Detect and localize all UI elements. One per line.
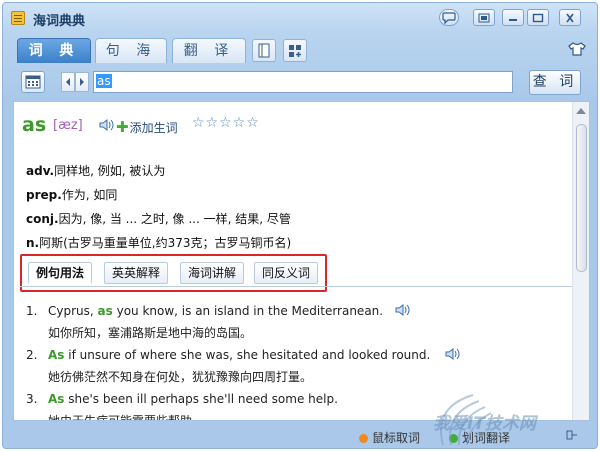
definition-text: 同样地, 例如, 被认为 [54,164,166,178]
pos-label: adv. [26,164,55,178]
example-keyword: as [97,304,113,318]
example-number: 3. [26,392,38,406]
app-logo-icon [11,11,25,25]
calendar-icon[interactable] [21,71,45,93]
example-text: if unsure of where she was, she hesitate… [64,348,431,362]
tab-sentences[interactable]: 句 海 [95,38,167,63]
headword: as [22,114,47,136]
definition-text: 因为, 像, 当 ... 之时, 像 ... 一样, 结果, 尽管 [58,212,291,226]
definition-line: conj.因为, 像, 当 ... 之时, 像 ... 一样, 结果, 尽管 [26,210,291,227]
example-sentence: 3. As she's been ill perhaps she'll need … [26,392,338,406]
skin-shirt-icon[interactable] [568,41,586,57]
app-window: 海词典典 词 典 句 海 翻 译 as 查 词 as [æz] ✚添加生词 ☆☆… [2,2,598,449]
back-arrow-icon[interactable] [61,72,75,92]
example-number: 2. [26,348,38,362]
forward-arrow-icon[interactable] [75,72,89,92]
status-dot-icon [359,434,368,443]
search-input[interactable]: as [93,71,513,93]
vertical-scrollbar[interactable] [572,102,589,420]
speaker-icon[interactable] [444,347,460,361]
minimize-icon[interactable] [502,9,524,26]
pos-label: prep. [26,188,62,202]
definition-line: adv.同样地, 例如, 被认为 [26,162,165,179]
example-text: Cyprus, [48,304,98,318]
rating-stars: ☆☆☆☆☆ [192,115,260,131]
plus-icon: ✚ [116,118,129,136]
speaker-icon[interactable] [394,303,410,317]
example-text: she's been ill perhaps she'll need some … [64,392,338,406]
search-button[interactable]: 查 词 [529,70,581,95]
example-sentence: 1. Cyprus, as you know, is an island in t… [26,304,383,318]
add-word-label: 添加生词 [129,121,178,135]
example-translation: 她由于生病可能需要些帮助。 [48,414,205,421]
result-panel: as [æz] ✚添加生词 ☆☆☆☆☆ adv.同样地, 例如, 被认为 pre… [13,101,590,421]
tools-grid-icon[interactable] [283,39,307,62]
speech-bubble-icon[interactable] [439,9,459,26]
divider [20,286,572,287]
tab-translate[interactable]: 翻 译 [172,38,246,63]
tab-synonyms-antonyms[interactable]: 同反义词 [254,262,318,284]
search-row: as 查 词 [17,68,585,98]
title-bar: 海词典典 [3,3,597,33]
tab-word-explanation[interactable]: 海词讲解 [180,262,244,284]
phonetic: [æz] [53,118,83,133]
pos-label: conj. [26,212,59,226]
tab-dictionary[interactable]: 词 典 [17,38,91,63]
definition-text: 阿斯(古罗马重量单位,约373克；古罗马铜币名) [39,236,292,250]
definition-line: prep.作为, 如同 [26,186,117,203]
example-translation: 如你所知，塞浦路斯是地中海的岛国。 [48,326,253,340]
scroll-thumb[interactable] [576,124,587,272]
scroll-up-icon[interactable] [576,108,586,114]
speaker-icon[interactable] [98,118,114,132]
tab-example-usage[interactable]: 例句用法 [28,262,92,284]
definition-text: 作为, 如同 [61,188,118,202]
example-translation: 她彷佛茫然不知身在何处，犹犹豫豫向四周打量。 [48,370,313,384]
mini-mode-icon[interactable] [473,9,495,26]
wordbook-icon[interactable] [252,39,276,62]
example-number: 1. [26,304,38,318]
tab-english-definition[interactable]: 英英解释 [104,262,168,284]
pos-label: n. [26,236,40,250]
close-icon[interactable] [559,9,581,26]
example-text: you know, is an island in the Mediterran… [112,304,384,318]
search-input-value: as [96,74,112,88]
example-sentence: 2. As if unsure of where she was, she hes… [26,348,430,362]
window-title: 海词典典 [33,14,86,29]
watermark-text: 我爱IT技术网 [433,414,536,434]
maximize-icon[interactable] [527,9,549,26]
example-keyword: As [48,348,65,362]
definition-line: n.阿斯(古罗马重量单位,约373克；古罗马铜币名) [26,234,291,251]
example-keyword: As [48,392,65,406]
add-word-button[interactable]: ✚添加生词 [116,118,178,136]
